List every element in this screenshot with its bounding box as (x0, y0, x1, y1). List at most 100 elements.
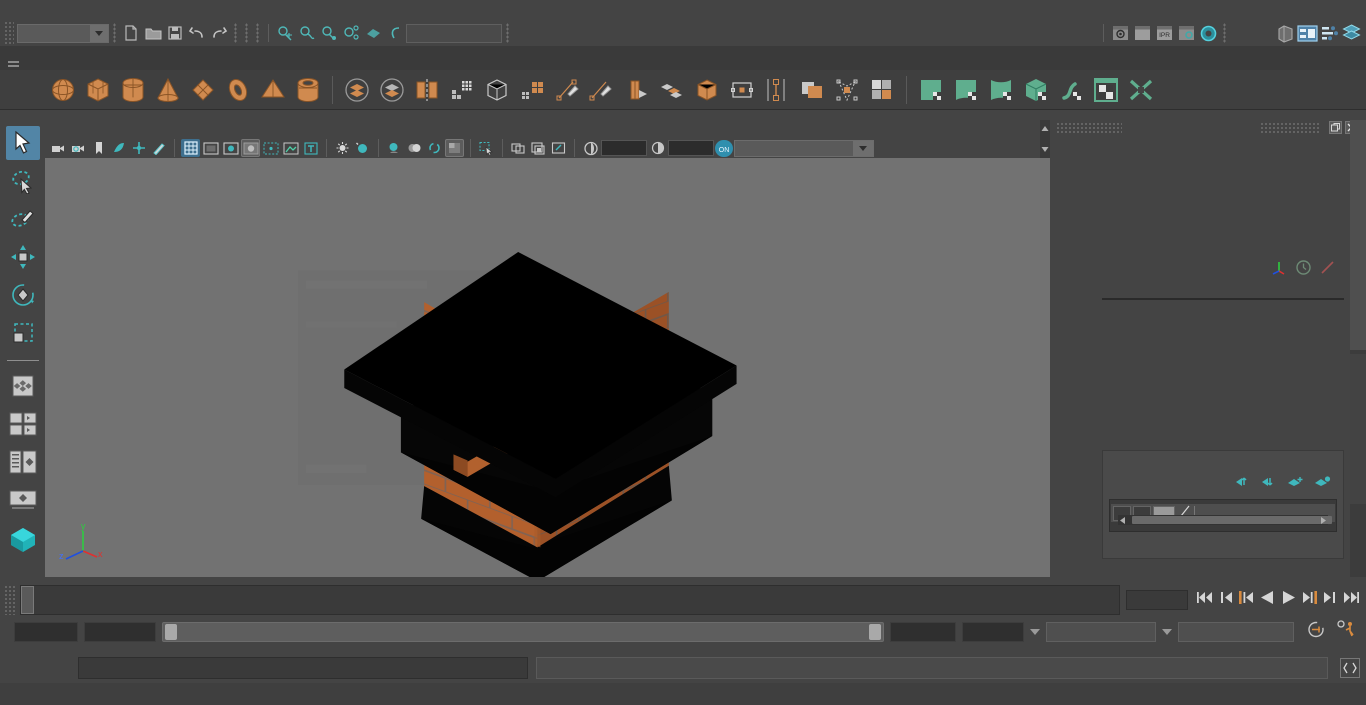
multi-cut-icon[interactable] (622, 75, 652, 105)
render-current-frame-icon[interactable] (1109, 22, 1131, 44)
tool-settings-icon[interactable] (1318, 22, 1340, 44)
color-management-selector[interactable] (734, 139, 874, 157)
uv-unfold-icon[interactable] (1056, 75, 1086, 105)
time-slider-track[interactable] (20, 585, 1120, 615)
render-sequence-icon[interactable] (1131, 22, 1153, 44)
auto-key-icon[interactable] (1306, 620, 1326, 644)
clock-icon[interactable] (1295, 259, 1312, 281)
toggle-outliner-icon[interactable] (1274, 22, 1296, 44)
snap-to-curve-icon[interactable] (296, 22, 318, 44)
chevron-down-icon[interactable] (90, 24, 108, 42)
snap-to-projected-center-icon[interactable] (340, 22, 362, 44)
smooth-proxy-icon[interactable] (377, 75, 407, 105)
save-scene-icon[interactable] (164, 22, 186, 44)
layer-list[interactable] (1109, 499, 1337, 532)
snap-to-view-plane-icon[interactable] (362, 22, 384, 44)
bridge-icon[interactable] (692, 75, 722, 105)
go-to-end-icon[interactable] (1341, 590, 1360, 610)
light-bulb-icon[interactable] (333, 139, 352, 157)
step-back-frame-icon[interactable] (1238, 590, 1255, 610)
camera-attributes-icon[interactable] (69, 139, 88, 157)
range-slider[interactable] (162, 622, 884, 642)
poly-subdivide-icon[interactable] (447, 75, 477, 105)
lasso-select-tool[interactable] (6, 164, 40, 198)
play-forwards-icon[interactable] (1280, 590, 1297, 610)
chevron-down-icon[interactable] (853, 140, 873, 156)
viewport-scrollbar[interactable] (1040, 120, 1050, 158)
poly-plane-icon[interactable] (188, 75, 218, 105)
gamma-value-field[interactable] (668, 140, 714, 156)
poly-cube-icon[interactable] (83, 75, 113, 105)
poly-cylinder-icon[interactable] (118, 75, 148, 105)
merge-icon[interactable] (832, 75, 862, 105)
exposure-value-field[interactable] (601, 140, 647, 156)
uv-editor-icon[interactable] (1091, 75, 1121, 105)
current-frame-field[interactable] (1126, 590, 1188, 610)
move-layer-down-icon[interactable] (1261, 475, 1277, 493)
poly-pyramid-icon[interactable] (258, 75, 288, 105)
range-end-field[interactable] (890, 622, 956, 642)
bookmark-icon[interactable] (89, 139, 108, 157)
render-settings-icon[interactable] (1175, 22, 1197, 44)
channelbox-list[interactable] (1102, 298, 1344, 300)
status-line-grip[interactable] (4, 21, 14, 45)
panel-copy-icon[interactable] (529, 139, 548, 157)
quick-layout-four-view[interactable] (6, 407, 40, 441)
uv-layout-icon[interactable] (1126, 75, 1156, 105)
panel-grip-left[interactable] (1056, 122, 1122, 134)
new-layer-from-selected-icon[interactable] (1287, 475, 1304, 493)
paint-select-tool[interactable] (6, 202, 40, 236)
toolbar-grip-6[interactable] (1223, 23, 1226, 43)
slash-icon[interactable] (1319, 259, 1336, 281)
shadows-icon[interactable] (385, 139, 404, 157)
film-origin-icon[interactable] (261, 139, 280, 157)
move-tool[interactable] (6, 240, 40, 274)
poly-sphere-icon[interactable] (48, 75, 78, 105)
exposure-gamma-icon[interactable] (581, 139, 600, 157)
script-editor-icon[interactable] (1340, 658, 1360, 678)
poly-cone-icon[interactable] (153, 75, 183, 105)
step-forward-key-icon[interactable] (1322, 590, 1337, 610)
use-all-lights-icon[interactable] (353, 139, 372, 157)
open-scene-icon[interactable] (142, 22, 164, 44)
rotate-tool[interactable] (6, 278, 40, 312)
multisample-icon[interactable] (445, 139, 464, 157)
command-output[interactable] (536, 657, 1328, 679)
animation-preferences-icon[interactable] (1336, 620, 1358, 644)
mirror-geometry-icon[interactable] (412, 75, 442, 105)
go-to-start-icon[interactable] (1196, 590, 1215, 610)
step-back-key-icon[interactable] (1219, 590, 1234, 610)
poly-reduce-icon[interactable] (517, 75, 547, 105)
offset-edge-loop-icon[interactable] (797, 75, 827, 105)
toolbar-grip-3[interactable] (245, 23, 248, 43)
select-camera-icon[interactable] (49, 139, 68, 157)
isolate-select-icon[interactable] (477, 139, 496, 157)
grease-pencil-icon[interactable] (149, 139, 168, 157)
play-backwards-icon[interactable] (1259, 590, 1276, 610)
quick-layout-single-persp[interactable] (6, 483, 40, 517)
snap-to-grid-icon[interactable] (274, 22, 296, 44)
scale-tool[interactable] (6, 316, 40, 350)
move-layer-up-icon[interactable] (1235, 475, 1251, 493)
menu-set-selector[interactable] (17, 23, 109, 43)
gamma-icon[interactable] (648, 139, 667, 157)
toolbar-grip-5[interactable] (506, 23, 509, 43)
shelf-grip[interactable] (6, 52, 20, 72)
quick-layout-outliner-persp[interactable] (6, 445, 40, 479)
quad-draw-icon[interactable] (587, 75, 617, 105)
resolution-gate-icon[interactable] (221, 139, 240, 157)
new-scene-icon[interactable] (120, 22, 142, 44)
redo-icon[interactable] (208, 22, 230, 44)
anim-layer-chevron-icon[interactable] (1030, 629, 1040, 635)
append-polygon-icon[interactable] (552, 75, 582, 105)
color-management-toggle-icon[interactable]: ON (715, 139, 733, 157)
gate-mask-icon[interactable] (241, 139, 260, 157)
uv-automatic-icon[interactable] (1021, 75, 1051, 105)
attribute-editor-icon[interactable] (1296, 22, 1318, 44)
time-slider-grip[interactable] (4, 585, 16, 615)
film-gate-icon[interactable] (201, 139, 220, 157)
smooth-preview-icon[interactable] (342, 75, 372, 105)
bevel-icon[interactable] (657, 75, 687, 105)
toolbar-grip-4[interactable] (256, 23, 259, 43)
range-start-field[interactable] (84, 622, 156, 642)
